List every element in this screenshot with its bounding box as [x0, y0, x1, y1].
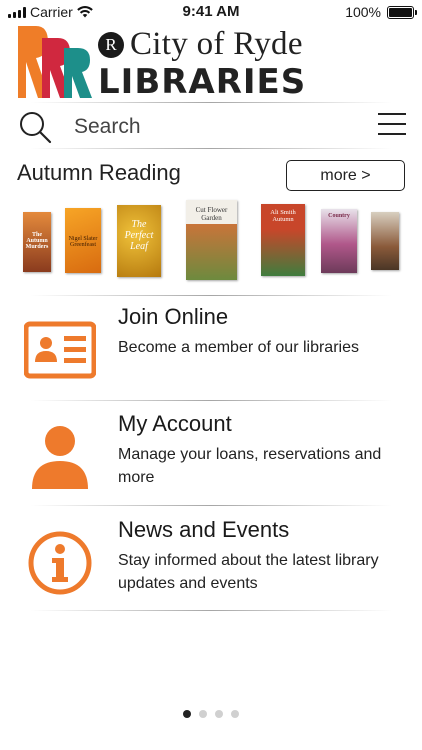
status-right: 100%: [345, 4, 417, 20]
page-indicator: [0, 710, 422, 718]
news-and-events-item[interactable]: News and Events Stay informed about the …: [0, 513, 422, 613]
book-cover-5[interactable]: Country: [321, 209, 357, 273]
search-input[interactable]: [74, 112, 344, 142]
book-cover-1[interactable]: Nigel Slater Greenfeast: [65, 208, 101, 273]
section-title: Autumn Reading: [17, 160, 181, 185]
more-button[interactable]: more >: [286, 160, 405, 191]
city-of-ryde-libraries-logo: R City of Ryde LIBRARIES: [16, 24, 336, 102]
book-cover-6[interactable]: [371, 212, 399, 270]
book-title-4: Ali Smith Autumn: [270, 209, 296, 223]
book-title-5: Country: [328, 213, 350, 219]
seal-icon: R: [98, 31, 124, 58]
feature-desc: Stay informed about the latest library u…: [118, 552, 379, 592]
seal-letter: R: [105, 34, 117, 54]
rrr-logo-mark: [18, 26, 92, 98]
book-cover-2[interactable]: The Perfect Leaf: [117, 205, 161, 277]
page-dot-4[interactable]: [231, 710, 239, 718]
book-title-1: Nigel Slater Greenfeast: [68, 236, 98, 248]
divider: [30, 505, 392, 506]
divider: [30, 400, 392, 401]
user-icon: [32, 426, 88, 489]
divider: [30, 610, 392, 611]
page-dot-1[interactable]: [183, 710, 191, 718]
feature-title: Join Online: [118, 304, 229, 329]
divider: [30, 148, 392, 149]
search-icon[interactable]: [18, 110, 52, 144]
book-title-2: The Perfect Leaf: [124, 219, 154, 252]
menu-icon[interactable]: [378, 113, 406, 135]
battery-icon: [387, 5, 417, 19]
info-icon: [28, 531, 92, 595]
book-title-3: Cut Flower Garden: [195, 206, 228, 222]
status-bar: Carrier 9:41 AM 100%: [0, 0, 422, 24]
book-carousel[interactable]: The Autumn Murders Nigel Slater Greenfea…: [0, 200, 422, 285]
divider: [30, 295, 392, 296]
my-account-item[interactable]: My Account Manage your loans, reservatio…: [0, 407, 422, 507]
feature-title: My Account: [118, 411, 232, 436]
id-card-icon: [24, 321, 96, 379]
page-dot-3[interactable]: [215, 710, 223, 718]
battery-percent: 100%: [345, 4, 381, 20]
book-cover-0[interactable]: The Autumn Murders: [23, 212, 51, 272]
logo-city: R City of Ryde: [98, 26, 303, 63]
feature-title: News and Events: [118, 517, 290, 542]
book-cover-4[interactable]: Ali Smith Autumn: [261, 204, 305, 276]
book-title-0: The Autumn Murders: [25, 232, 49, 250]
logo-libraries-text: LIBRARIES: [98, 62, 307, 102]
book-cover-3[interactable]: Cut Flower Garden: [186, 200, 237, 280]
logo-city-text: City of Ryde: [130, 26, 303, 62]
search-bar: [0, 104, 422, 148]
feature-desc: Become a member of our libraries: [118, 339, 359, 356]
divider: [30, 102, 392, 103]
join-online-item[interactable]: Join Online Become a member of our libra…: [0, 300, 422, 400]
page-dot-2[interactable]: [199, 710, 207, 718]
feature-desc: Manage your loans, reservations and more: [118, 446, 382, 486]
